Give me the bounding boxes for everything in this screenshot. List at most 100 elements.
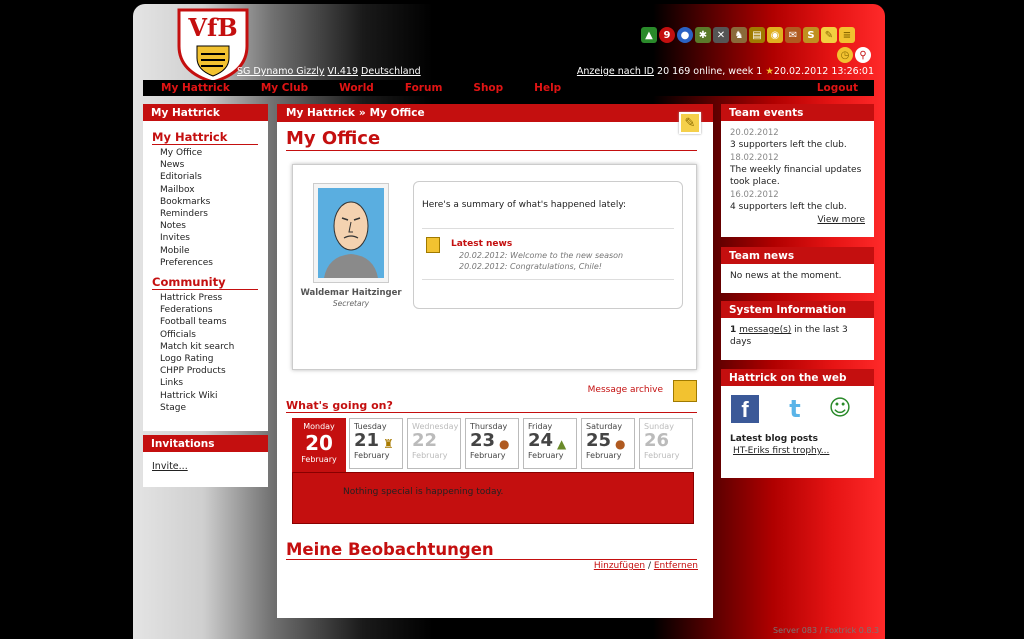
nav-my-club[interactable]: My Club — [261, 82, 308, 94]
menu-federations[interactable]: Federations — [143, 304, 268, 316]
mail-icon[interactable]: ✉ — [785, 27, 801, 43]
menu-stage[interactable]: Stage — [143, 402, 268, 414]
day-number: 25 — [586, 430, 612, 451]
week-calendar: Monday 20 February Tuesday 21 February ♜… — [292, 418, 694, 524]
facebook-icon[interactable]: f — [731, 395, 759, 423]
bookmark-icon[interactable]: ▤ — [749, 27, 765, 43]
breadcrumb-my-hattrick[interactable]: My Hattrick — [286, 104, 355, 122]
team-events-header: Team events — [721, 104, 874, 122]
menu-reminders[interactable]: Reminders — [143, 208, 268, 220]
calendar-day-today[interactable]: Monday 20 February — [292, 418, 346, 474]
note-icon[interactable]: ✎ — [821, 27, 837, 43]
logout-link[interactable]: Logout — [817, 82, 858, 94]
event-date: 16.02.2012 — [730, 190, 779, 200]
day-month: February — [354, 451, 390, 460]
svg-text:VfB: VfB — [187, 13, 237, 42]
news-item[interactable]: 20.02.2012: Congratulations, Chile! — [459, 262, 602, 271]
day-number: 26 — [644, 430, 670, 451]
menu-links[interactable]: Links — [143, 377, 268, 389]
menu-match-kit-search[interactable]: Match kit search — [143, 341, 268, 353]
menu-logo-rating[interactable]: Logo Rating — [143, 353, 268, 365]
calendar-day[interactable]: Friday 24 February ▲ — [523, 418, 577, 469]
community-list: Hattrick Press Federations Football team… — [143, 292, 268, 414]
system-info-box: System Information 1 message(s) in the l… — [721, 301, 874, 360]
menu-bookmarks[interactable]: Bookmarks — [143, 196, 268, 208]
menu-hattrick-press[interactable]: Hattrick Press — [143, 292, 268, 304]
globe-icon[interactable]: ● — [677, 27, 693, 43]
document-icon[interactable]: ≡ — [839, 27, 855, 43]
invitations-header: Invitations — [143, 435, 268, 453]
country-link[interactable]: Deutschland — [361, 66, 421, 77]
blog-post-link[interactable]: HT-Eriks first trophy... — [733, 445, 865, 457]
horse-icon[interactable]: ♞ — [731, 27, 747, 43]
whats-going-on-title[interactable]: What's going on? — [286, 399, 697, 413]
magnifier-icon[interactable]: ◉ — [767, 27, 783, 43]
menu-hattrick-wiki[interactable]: Hattrick Wiki — [143, 390, 268, 402]
menu-editorials[interactable]: Editorials — [143, 171, 268, 183]
menu-news[interactable]: News — [143, 159, 268, 171]
menu-invites[interactable]: Invites — [143, 232, 268, 244]
tactics-icon[interactable]: ✱ — [695, 27, 711, 43]
event-text: The weekly financial updates took place. — [730, 165, 862, 187]
twitter-icon[interactable]: t — [781, 395, 809, 423]
calendar-day[interactable]: Sunday 26 February — [639, 418, 693, 469]
nav-my-hattrick[interactable]: My Hattrick — [161, 82, 230, 94]
menu-mailbox[interactable]: Mailbox — [143, 184, 268, 196]
calendar-day[interactable]: Wednesday 22 February — [407, 418, 461, 469]
nine-icon[interactable]: 9 — [659, 27, 675, 43]
divider — [422, 279, 674, 280]
clock-icon[interactable]: ◷ — [837, 47, 853, 63]
nav-help[interactable]: Help — [534, 82, 561, 94]
edit-icon[interactable]: ✎ — [679, 112, 701, 134]
ball-icon: ● — [615, 437, 626, 451]
menu-preferences[interactable]: Preferences — [143, 257, 268, 269]
nav-world[interactable]: World — [339, 82, 374, 94]
calendar-day[interactable]: Tuesday 21 February ♜ — [349, 418, 403, 469]
menu-my-office[interactable]: My Office — [143, 147, 268, 159]
ad-icon[interactable]: ▲ — [641, 27, 657, 43]
toolbar-icons: ▲ 9 ● ✱ ✕ ♞ ▤ ◉ ✉ S ✎ ≡ — [641, 27, 855, 43]
add-watch-link[interactable]: Hinzufügen — [594, 561, 645, 571]
menu-chpp-products[interactable]: CHPP Products — [143, 365, 268, 377]
community-section[interactable]: Community — [152, 275, 258, 291]
club-name-link[interactable]: SG Dynamo Gizzly — [237, 66, 325, 77]
latest-news-title[interactable]: Latest news — [451, 239, 512, 249]
menu-football-teams[interactable]: Football teams — [143, 316, 268, 328]
my-hattrick-section[interactable]: My Hattrick — [152, 130, 258, 145]
news-item[interactable]: 20.02.2012: Welcome to the new season — [459, 251, 623, 260]
web-box: Hattrick on the web f t ☺ Latest blog po… — [721, 369, 874, 478]
mascot-icon[interactable]: ☺ — [825, 395, 855, 423]
trophy-icon: ♜ — [383, 437, 394, 451]
event-text: 3 supporters left the club. — [730, 140, 847, 150]
tools-icon[interactable]: ✕ — [713, 27, 729, 43]
watch-separator: / — [647, 561, 651, 571]
day-number: 20 — [305, 431, 333, 455]
day-name: Monday — [303, 422, 335, 431]
remove-watch-link[interactable]: Entfernen — [654, 561, 698, 571]
hook-icon[interactable]: S — [803, 27, 819, 43]
training-icon: ▲ — [557, 437, 567, 451]
view-more-link[interactable]: View more — [730, 214, 865, 226]
menu-notes[interactable]: Notes — [143, 220, 268, 232]
watchlist-title: Meine Beobachtungen — [286, 540, 697, 560]
watchlist-actions: Hinzufügen / Entfernen — [594, 561, 698, 571]
league-link[interactable]: VI.419 — [328, 66, 358, 77]
main-content: My Hattrick » My Office ✎ My Office Wald… — [277, 104, 713, 618]
nav-forum[interactable]: Forum — [405, 82, 443, 94]
messages-link[interactable]: message(s) — [739, 325, 791, 335]
lookup-link[interactable]: Anzeige nach ID — [577, 66, 654, 77]
menu-officials[interactable]: Officials — [143, 329, 268, 341]
message-archive-link[interactable]: Message archive — [588, 385, 663, 395]
left-menu: My Hattrick My Hattrick My Office News E… — [143, 104, 268, 431]
day-month: February — [644, 451, 680, 460]
search-icon[interactable]: ⚲ — [855, 47, 871, 63]
calendar-day[interactable]: Thursday 23 February ● — [465, 418, 519, 469]
day-number: 23 — [470, 430, 496, 451]
calendar-day[interactable]: Saturday 25 February ● — [581, 418, 635, 469]
page-frame: VfB SG Dynamo Gizzly VI.419 Deutschland … — [133, 4, 885, 639]
team-news-header: Team news — [721, 247, 874, 265]
invite-link[interactable]: Invite... — [152, 461, 268, 472]
menu-mobile[interactable]: Mobile — [143, 245, 268, 257]
nav-shop[interactable]: Shop — [473, 82, 503, 94]
ball-icon: ● — [499, 437, 510, 451]
